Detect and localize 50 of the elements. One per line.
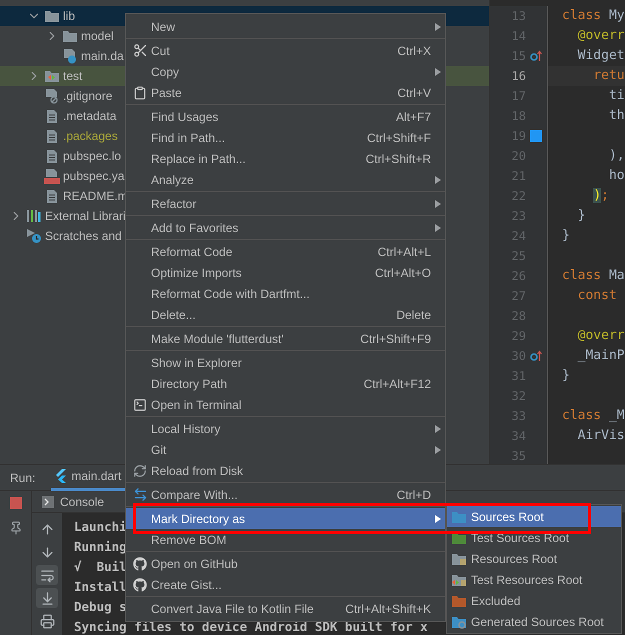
- console-line: Syncing files to device Android SDK built for x: [74, 618, 428, 635]
- code-line: class _M: [562, 407, 625, 426]
- code-line: class My: [562, 7, 625, 26]
- shortcut-label: Ctrl+Shift+F: [366, 130, 431, 146]
- code-line: @overr: [576, 327, 625, 346]
- code-line: }: [562, 227, 570, 246]
- console-line: √ Buil: [74, 558, 127, 576]
- shortcut-label: Ctrl+Alt+L: [378, 244, 431, 260]
- code-line: @overr: [576, 27, 625, 46]
- tree-label: Scratches and: [45, 228, 122, 245]
- code-line: ho: [608, 167, 625, 186]
- shortcut-label: Ctrl+D: [396, 486, 431, 504]
- tree-label: pubspec.ya: [63, 168, 124, 185]
- tree-label: .metadata: [63, 108, 116, 125]
- shortcut-label: Delete: [396, 306, 431, 324]
- tree-label: External Librari: [45, 208, 126, 225]
- code-line: const: [576, 287, 617, 306]
- shortcut-label: Ctrl+Alt+F12: [364, 376, 431, 392]
- tree-label: test: [63, 68, 82, 85]
- tree-label: model: [81, 28, 114, 45]
- code-line: retu: [592, 67, 625, 86]
- shortcut-label: Ctrl+Alt+Shift+K: [345, 600, 431, 618]
- shortcut-label: Ctrl+Alt+O: [374, 264, 431, 282]
- code-line: AirVis: [576, 427, 625, 446]
- code-line: class Ma: [562, 267, 625, 286]
- run-label: Run:: [10, 470, 36, 486]
- code-line: _MainP: [576, 347, 625, 366]
- code-line: ti: [608, 87, 625, 106]
- console-line: Debug s: [74, 598, 127, 616]
- console-line: Running: [74, 538, 127, 556]
- shortcut-label: Alt+F7: [396, 108, 431, 126]
- console-line: Launchi: [74, 518, 127, 536]
- shortcut-label: Ctrl+V: [397, 84, 431, 102]
- code-line: ),: [608, 147, 625, 166]
- shortcut-label: Ctrl+X: [397, 42, 431, 60]
- code-line: th: [608, 107, 625, 126]
- code-line: }: [562, 367, 570, 386]
- code-line: );: [592, 187, 609, 206]
- line-number: 16: [510, 68, 526, 85]
- tree-label: lib: [63, 8, 76, 25]
- shortcut-label: Ctrl+Shift+F9: [360, 330, 431, 348]
- code-line: }: [576, 207, 586, 226]
- code-line: Widget: [576, 47, 625, 66]
- shortcut-label: Ctrl+Shift+R: [366, 150, 431, 168]
- tree-label: .packages: [63, 128, 118, 145]
- tree-label: main.da: [81, 48, 124, 65]
- tree-label: README.m: [63, 188, 128, 205]
- tree-label: .gitignore: [63, 88, 112, 105]
- tree-label: pubspec.lo: [63, 148, 122, 165]
- console-line: Install: [74, 578, 127, 596]
